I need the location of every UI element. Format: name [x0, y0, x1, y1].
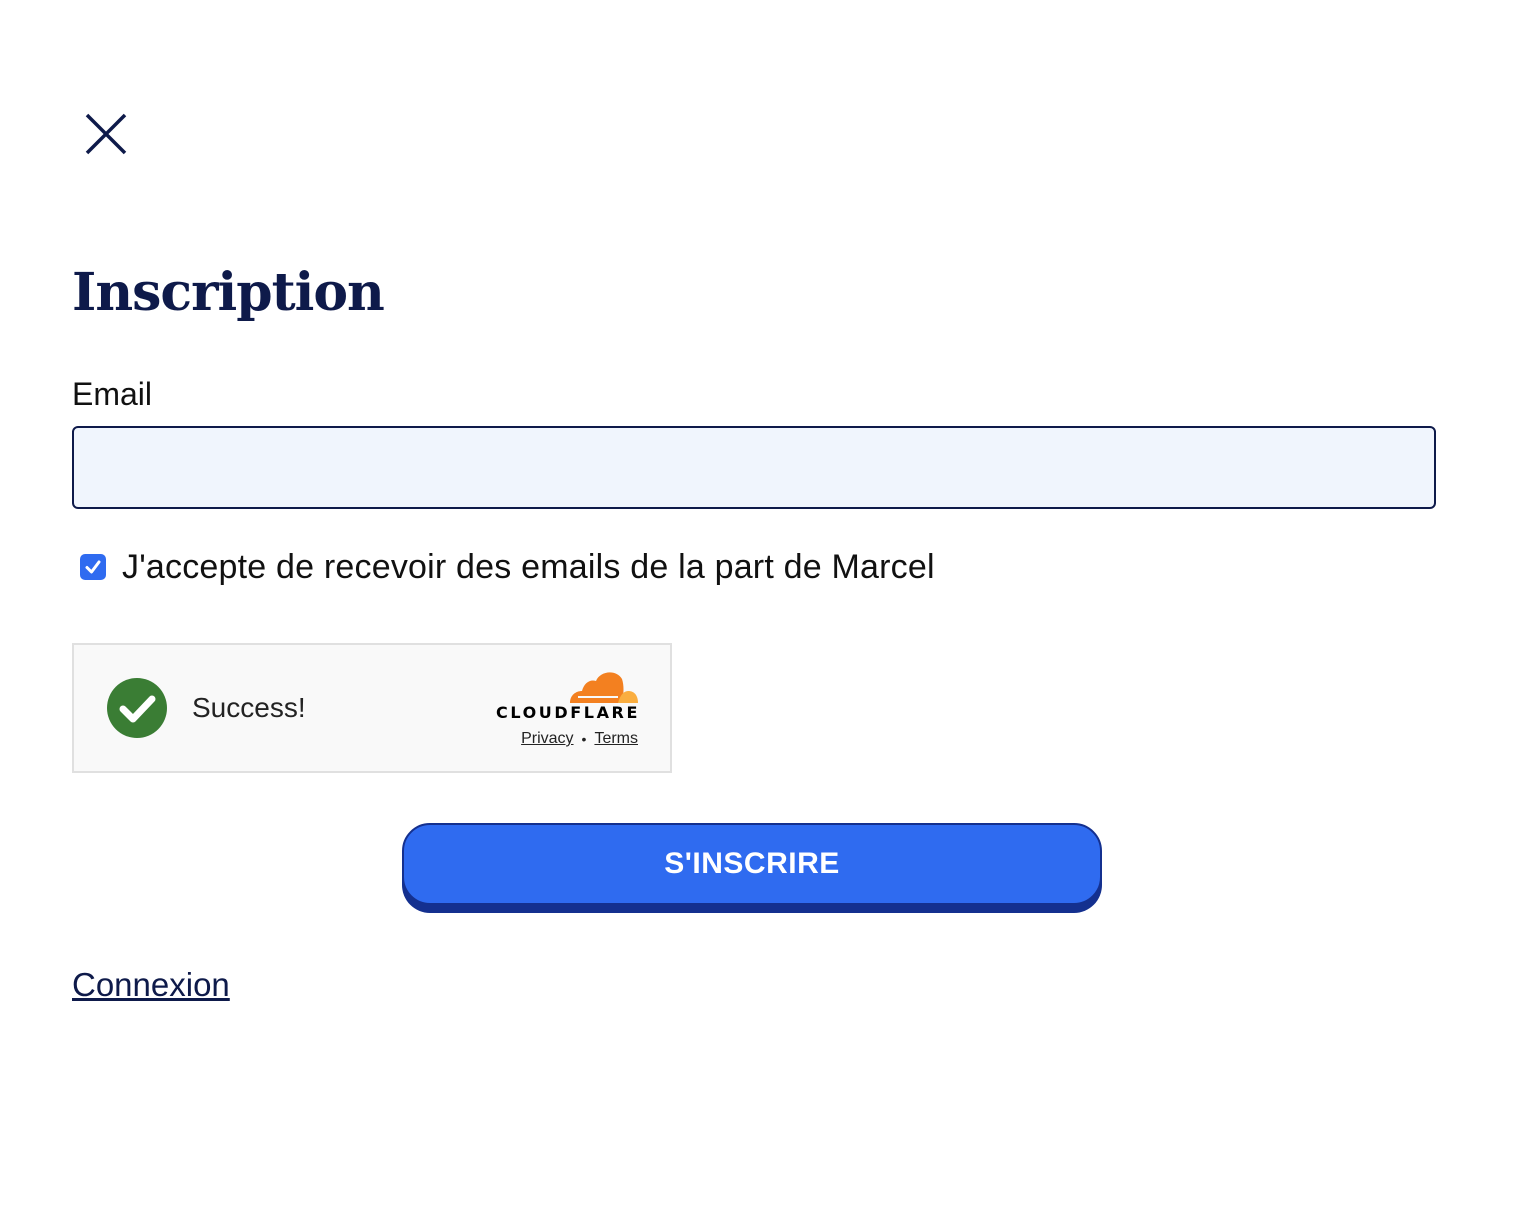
email-field[interactable]	[72, 426, 1436, 509]
consent-checkbox[interactable]	[80, 554, 106, 580]
success-check-icon	[107, 678, 167, 738]
close-icon	[85, 113, 127, 155]
consent-label[interactable]: J'accepte de recevoir des emails de la p…	[122, 548, 935, 587]
consent-row: J'accepte de recevoir des emails de la p…	[80, 544, 935, 590]
email-label: Email	[72, 376, 153, 412]
captcha-widget: Success! CLOUDFLARE Privacy • Terms	[72, 643, 672, 773]
cloudflare-logo-icon	[570, 672, 638, 703]
captcha-links: Privacy • Terms	[521, 729, 638, 749]
login-link[interactable]: Connexion	[72, 964, 230, 1006]
page-title: Inscription	[72, 262, 385, 323]
cloudflare-wordmark: CLOUDFLARE	[496, 703, 640, 722]
privacy-link[interactable]: Privacy	[521, 729, 573, 749]
captcha-status: Success!	[192, 692, 306, 723]
close-button[interactable]	[80, 108, 132, 160]
link-separator: •	[581, 731, 587, 747]
signup-submit-button[interactable]: S'INSCRIRE	[402, 823, 1102, 905]
signup-dialog: Inscription Email J'accepte de recevoir …	[0, 0, 1536, 1220]
checkmark-icon	[85, 560, 101, 574]
terms-link[interactable]: Terms	[594, 729, 638, 749]
